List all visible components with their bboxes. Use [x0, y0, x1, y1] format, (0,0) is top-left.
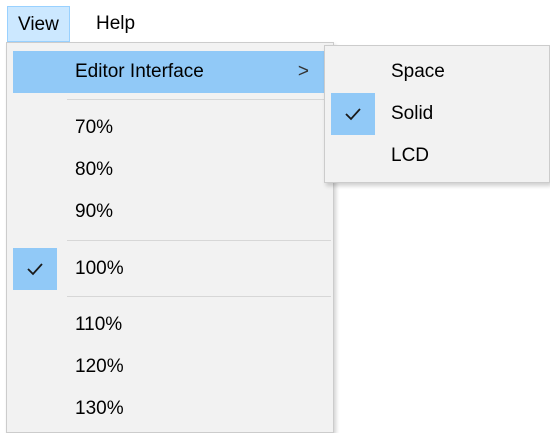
menu-item-zoom-130[interactable]: 130%	[13, 388, 327, 430]
menu-item-zoom-90[interactable]: 90%	[13, 191, 327, 233]
chevron-right-icon: >	[297, 61, 309, 82]
view-menu-dropdown: Editor Interface > 70% 80% 90% 100% 110%…	[6, 42, 334, 433]
submenu-item-solid[interactable]: Solid	[331, 93, 547, 135]
menu-bar: View Help	[0, 0, 550, 46]
menu-item-label: 70%	[75, 117, 114, 138]
menu-item-label: 100%	[75, 258, 124, 279]
menu-item-label: Editor Interface	[75, 61, 204, 82]
menu-view[interactable]: View	[7, 6, 70, 42]
menu-item-zoom-120[interactable]: 120%	[13, 346, 327, 388]
menu-separator	[67, 99, 331, 100]
menu-item-zoom-70[interactable]: 70%	[13, 107, 327, 149]
menu-item-label: Solid	[391, 103, 434, 124]
menu-item-zoom-80[interactable]: 80%	[13, 149, 327, 191]
menu-separator	[67, 296, 331, 297]
menu-help[interactable]: Help	[86, 6, 145, 42]
menu-item-label: LCD	[391, 145, 430, 166]
editor-interface-submenu: Space Solid LCD	[324, 45, 550, 183]
menu-item-label: 80%	[75, 159, 114, 180]
submenu-item-lcd[interactable]: LCD	[331, 135, 547, 177]
menu-item-label: 90%	[75, 201, 114, 222]
menu-item-label: 120%	[75, 356, 124, 377]
menu-item-zoom-100[interactable]: 100%	[13, 248, 327, 290]
checkmark-icon	[331, 93, 375, 135]
menu-item-label: 130%	[75, 398, 124, 419]
menu-item-zoom-110[interactable]: 110%	[13, 304, 327, 346]
menu-item-label: Space	[391, 61, 445, 82]
menu-item-editor-interface[interactable]: Editor Interface >	[13, 51, 327, 93]
menu-item-label: 110%	[75, 314, 123, 335]
menu-separator	[67, 240, 331, 241]
submenu-item-space[interactable]: Space	[331, 51, 547, 93]
checkmark-icon	[13, 248, 57, 290]
